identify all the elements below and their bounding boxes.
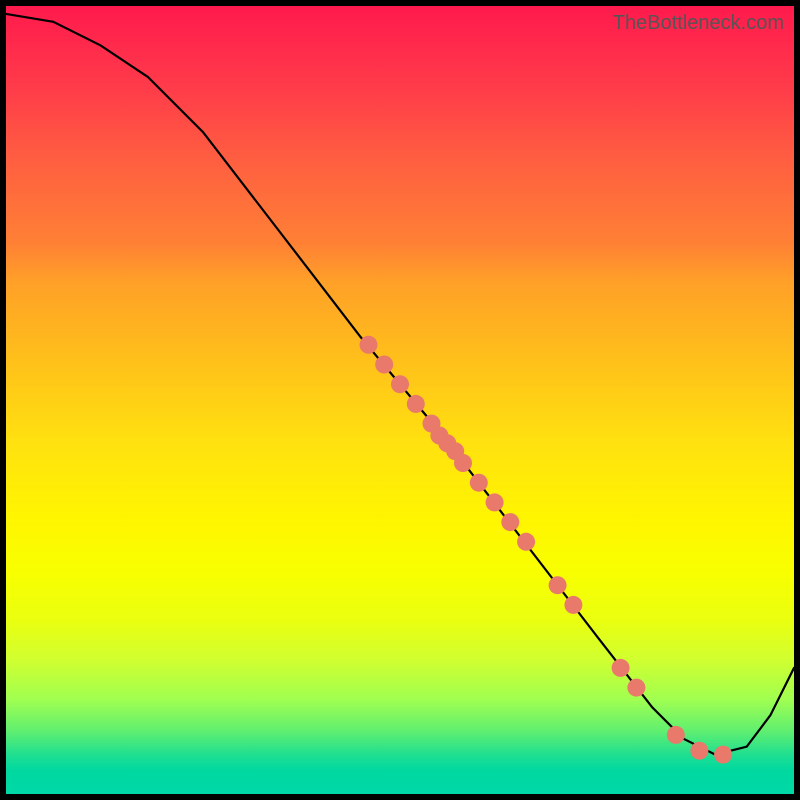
data-point (375, 356, 393, 374)
data-point (391, 375, 409, 393)
data-point (360, 336, 378, 354)
chart-container: TheBottleneck.com (0, 0, 800, 800)
plot-area: TheBottleneck.com (6, 6, 794, 794)
credit-label: TheBottleneck.com (613, 12, 784, 35)
data-point (667, 726, 685, 744)
data-point (407, 395, 425, 413)
data-point (714, 746, 732, 764)
data-point (501, 513, 519, 531)
data-point (549, 576, 567, 594)
data-point (627, 679, 645, 697)
data-point (470, 474, 488, 492)
chart-svg (6, 6, 794, 794)
data-point (612, 659, 630, 677)
data-point (486, 493, 504, 511)
data-point (454, 454, 472, 472)
data-point (564, 596, 582, 614)
data-point (690, 742, 708, 760)
highlighted-points (360, 336, 733, 764)
data-point (517, 533, 535, 551)
